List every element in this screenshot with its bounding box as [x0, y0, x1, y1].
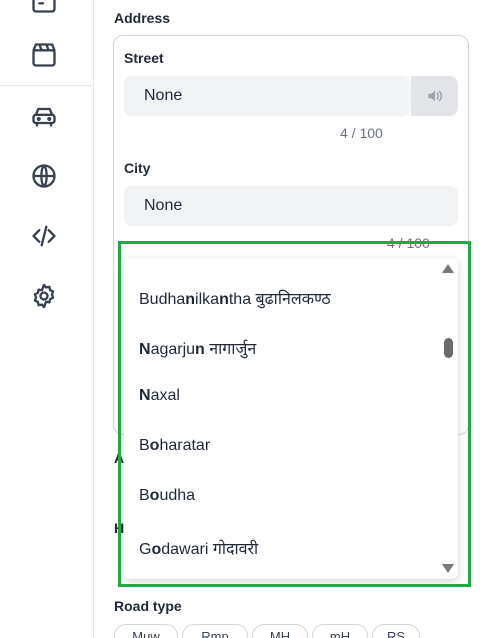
street-char-counter: 4 / 100	[340, 125, 383, 141]
speaker-button[interactable]	[411, 76, 458, 116]
globe-icon[interactable]	[27, 159, 61, 193]
partial-section-label-a: A	[114, 450, 125, 466]
sidebar-divider	[0, 85, 94, 86]
speaker-icon	[427, 90, 442, 102]
settings-icon[interactable]	[27, 279, 61, 313]
street-label: Street	[124, 50, 164, 66]
city-dropdown-list: Budhanilkantha बुढानिलकण्ठ Nagarjun नागा…	[124, 258, 458, 579]
dropdown-option[interactable]: Budhanilkantha बुढानिलकण्ठ	[139, 287, 331, 309]
dropdown-option[interactable]: Naxal	[139, 387, 180, 405]
street-input[interactable]: None	[124, 76, 411, 116]
road-type-chip[interactable]: RS	[372, 624, 420, 638]
road-type-chip[interactable]: mH	[312, 624, 368, 638]
scroll-up-arrow-icon[interactable]	[442, 264, 454, 273]
city-char-counter: 4 / 100	[387, 235, 430, 251]
road-type-chip[interactable]: MH	[252, 624, 308, 638]
city-input[interactable]: None	[124, 186, 458, 226]
dropdown-option[interactable]: Nagarjun नागार्जुन	[139, 337, 256, 359]
city-label: City	[124, 160, 151, 176]
partial-section-label-h: H	[114, 520, 125, 536]
address-section-label: Address	[114, 10, 171, 26]
calendar-icon[interactable]	[27, 0, 61, 18]
road-type-label: Road type	[114, 598, 182, 614]
road-type-chip[interactable]: Rmp	[182, 624, 248, 638]
code-icon[interactable]	[27, 219, 61, 253]
scroll-down-arrow-icon[interactable]	[442, 564, 454, 573]
car-icon[interactable]	[27, 99, 61, 133]
dropdown-option[interactable]: Godawari गोदावरी	[139, 537, 258, 559]
sidebar	[0, 0, 94, 638]
clapperboard-icon[interactable]	[27, 38, 61, 72]
dropdown-option[interactable]: Boharatar	[139, 437, 210, 455]
road-type-chip[interactable]: Muw	[114, 624, 178, 638]
scrollbar-thumb[interactable]	[444, 338, 453, 358]
dropdown-option[interactable]: Boudha	[139, 487, 195, 505]
